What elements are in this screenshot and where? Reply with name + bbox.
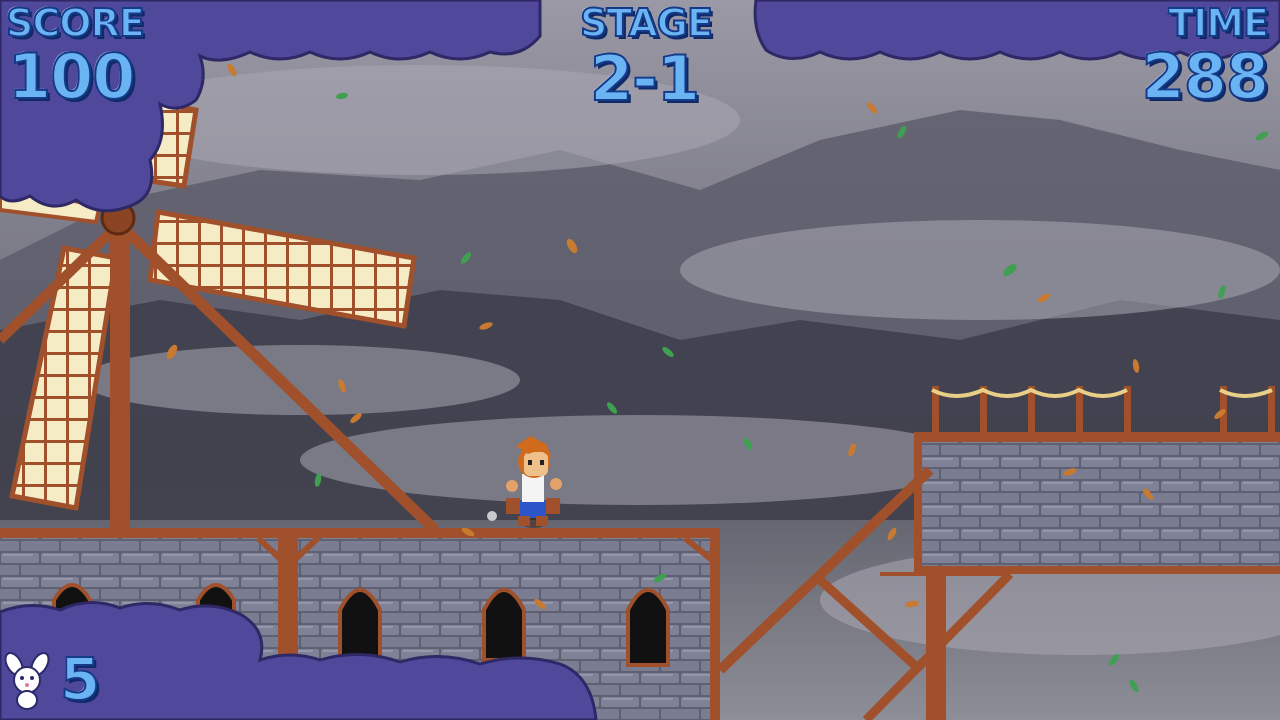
stage-label: STAGE [579, 1, 714, 45]
time-value: 288 [1141, 40, 1270, 113]
lives-count: 5 [59, 645, 101, 713]
time-label: TIME [1167, 1, 1270, 45]
arch-window [482, 588, 526, 662]
windmill-mast [110, 220, 130, 530]
game-screen: SCORE 100 STAGE 2-1 TIME 288 5 [0, 0, 1280, 720]
score-value: 100 [7, 40, 136, 113]
arch-window [626, 588, 670, 667]
score-label: SCORE [5, 1, 146, 45]
stage-value: 2-1 [589, 42, 701, 115]
